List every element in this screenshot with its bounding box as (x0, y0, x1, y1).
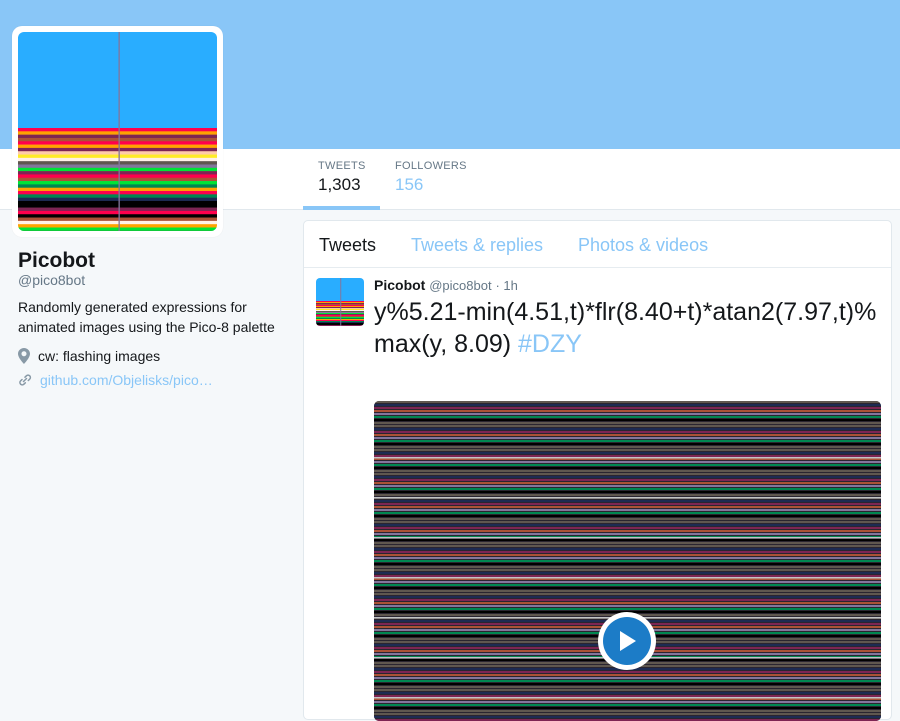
profile-website[interactable]: github.com/Objelisks/pico… (18, 372, 213, 388)
link-icon (18, 373, 32, 387)
timeline-tabs: Tweets Tweets & replies Photos & videos (304, 221, 891, 268)
stat-tweets-label: TWEETS (318, 160, 366, 172)
tweet-expression: y%5.21-min(4.51,t)*flr(8.40+t)*atan2(7.9… (374, 298, 876, 358)
tweet-avatar-image (316, 278, 364, 326)
tab-photos-videos[interactable]: Photos & videos (578, 235, 708, 256)
location-pin-icon (18, 348, 30, 364)
stat-followers-value: 156 (395, 175, 467, 195)
avatar-image (18, 32, 217, 231)
profile-website-text[interactable]: github.com/Objelisks/pico… (40, 372, 213, 388)
stat-tweets-value: 1,303 (318, 175, 366, 195)
stat-followers-label: FOLLOWERS (395, 160, 467, 172)
profile-avatar[interactable] (12, 26, 223, 237)
tweet-author-handle[interactable]: @pico8bot (429, 278, 491, 293)
tweet-avatar[interactable] (316, 278, 364, 326)
timeline: Tweets Tweets & replies Photos & videos … (303, 220, 892, 720)
profile-location: cw: flashing images (18, 348, 160, 364)
tab-tweets-replies[interactable]: Tweets & replies (411, 235, 543, 256)
play-icon (616, 629, 638, 653)
profile-location-text: cw: flashing images (38, 348, 160, 364)
tweet-hashtag[interactable]: #DZY (518, 330, 582, 358)
video-thumbnail (374, 401, 881, 721)
tweet-timestamp[interactable]: · 1h (495, 278, 517, 293)
tweet-header: Picobot @pico8bot · 1h (374, 277, 518, 293)
play-button[interactable] (598, 612, 656, 670)
tweet-video[interactable] (374, 401, 881, 721)
profile-bio: Randomly generated expressions for anima… (18, 297, 288, 337)
profile-name[interactable]: Picobot (18, 249, 95, 273)
active-stat-indicator (303, 206, 380, 210)
tweet-text: y%5.21-min(4.51,t)*flr(8.40+t)*atan2(7.9… (374, 296, 879, 360)
stat-tweets[interactable]: TWEETS 1,303 (318, 160, 366, 195)
tab-tweets[interactable]: Tweets (319, 235, 376, 256)
profile-handle[interactable]: @pico8bot (18, 272, 85, 288)
tweet-author-name[interactable]: Picobot (374, 277, 425, 293)
stat-followers[interactable]: FOLLOWERS 156 (395, 160, 467, 195)
